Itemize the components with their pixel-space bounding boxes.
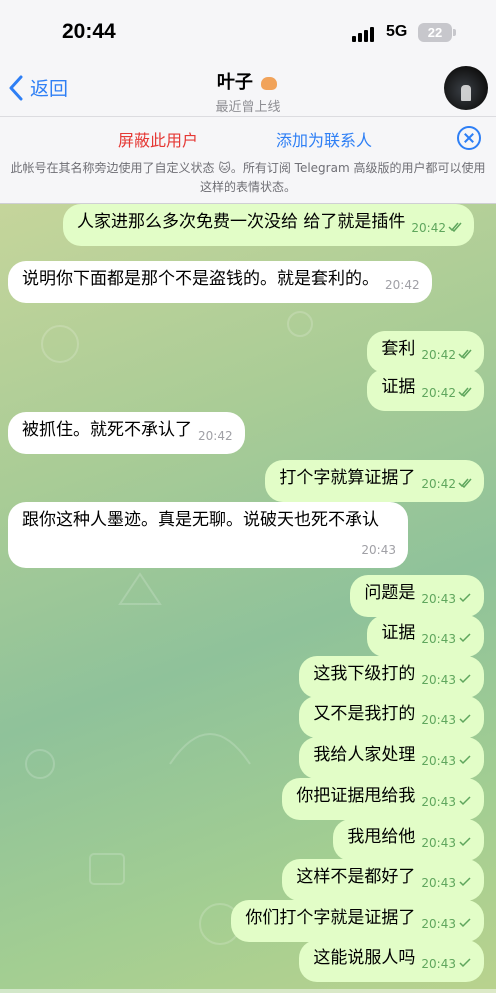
double-check-icon [458, 387, 472, 397]
message-time: 20:43 [421, 836, 456, 850]
check-icon [459, 877, 471, 887]
check-icon [459, 755, 471, 765]
check-icon [459, 674, 471, 684]
outgoing-message[interactable]: 这样不是都好了 20:43 [282, 859, 484, 901]
outgoing-message[interactable]: 你们打个字就是证据了 20:43 [231, 900, 484, 942]
avatar[interactable] [444, 66, 488, 110]
message-text: 证据 [381, 623, 416, 643]
message-text: 这我下级打的 [313, 664, 416, 684]
chat-header: 返回 叶子 最近曾上线 [0, 62, 496, 116]
chat-title-area[interactable]: 叶子 最近曾上线 [0, 68, 496, 115]
message-time: 20:42 [421, 386, 456, 400]
message-text: 我给人家处理 [313, 745, 416, 765]
message-text: 这样不是都好了 [296, 867, 416, 887]
message-text: 我甩给他 [347, 827, 416, 847]
message-time: 20:43 [421, 632, 456, 646]
outgoing-message[interactable]: 问题是 20:43 [350, 575, 484, 617]
message-text: 你把证据甩给我 [296, 786, 416, 806]
check-icon [459, 837, 471, 847]
message-time: 20:43 [421, 957, 456, 971]
message-text: 人家进那么多次免费一次没给 给了就是插件 [77, 212, 406, 232]
last-seen-status: 最近曾上线 [215, 100, 281, 115]
status-bar: 20:44 5G 22 [0, 0, 496, 62]
close-icon[interactable] [457, 126, 481, 150]
contact-action-bar: 屏蔽此用户 添加为联系人 此帐号在其名称旁边使用了自定义状态 🐱。所有订阅 Te… [0, 116, 496, 204]
outgoing-message[interactable]: 套利 20:42 [367, 331, 484, 373]
incoming-message[interactable]: 跟你这种人墨迹。真是无聊。说破天也死不承认 20:43 [8, 502, 408, 568]
message-text: 这能说服人吗 [313, 948, 416, 968]
message-text: 你们打个字就是证据了 [245, 908, 416, 928]
message-time: 20:43 [361, 543, 396, 557]
message-text: 问题是 [364, 583, 416, 603]
check-icon [459, 796, 471, 806]
outgoing-message[interactable]: 这能说服人吗 20:43 [299, 940, 484, 982]
outgoing-message[interactable]: 你把证据甩给我 20:43 [282, 778, 484, 820]
message-text: 被抓住。就死不承认了 [22, 420, 192, 440]
outgoing-message[interactable]: 证据 20:42 [367, 369, 484, 411]
outgoing-message[interactable]: 又不是我打的 20:43 [299, 696, 484, 738]
add-contact-button[interactable]: 添加为联系人 [276, 127, 372, 151]
message-time: 20:42 [421, 477, 456, 491]
battery-icon: 22 [418, 23, 456, 42]
message-time: 20:43 [421, 754, 456, 768]
message-text: 又不是我打的 [313, 704, 416, 724]
message-time: 20:43 [421, 673, 456, 687]
message-time: 20:43 [421, 713, 456, 727]
status-emoji-icon [261, 77, 278, 90]
chat-title: 叶子 [0, 68, 496, 94]
premium-status-notice: 此帐号在其名称旁边使用了自定义状态 🐱。所有订阅 Telegram 高级版的用户… [10, 161, 486, 194]
message-list[interactable]: 今天 人家进那么多次免费一次没给 给了就是插件20:42说明你下面都是那个不是盗… [0, 204, 496, 993]
message-time: 20:43 [421, 592, 456, 606]
double-check-icon [458, 349, 472, 359]
message-time: 20:42 [198, 429, 233, 443]
message-text: 证据 [381, 377, 416, 397]
double-check-icon [448, 222, 462, 232]
message-time: 20:43 [421, 876, 456, 890]
message-time: 20:43 [421, 795, 456, 809]
check-icon [459, 593, 471, 603]
outgoing-message[interactable]: 人家进那么多次免费一次没给 给了就是插件 20:42 [63, 204, 474, 246]
message-time: 20:42 [411, 221, 446, 235]
check-icon [459, 714, 471, 724]
outgoing-message[interactable]: 打个字就算证据了 20:42 [265, 460, 484, 502]
check-icon [459, 633, 471, 643]
message-text: 跟你这种人墨迹。真是无聊。说破天也死不承认 [22, 510, 379, 530]
outgoing-message[interactable]: 证据 20:43 [367, 615, 484, 657]
incoming-message[interactable]: 被抓住。就死不承认了 20:42 [8, 412, 245, 454]
message-time: 20:43 [421, 917, 456, 931]
message-text: 打个字就算证据了 [279, 468, 416, 488]
outgoing-message[interactable]: 这我下级打的 20:43 [299, 656, 484, 698]
double-check-icon [458, 478, 472, 488]
check-icon [459, 958, 471, 968]
message-time: 20:42 [385, 278, 420, 292]
outgoing-message[interactable]: 我甩给他 20:43 [333, 819, 484, 861]
signal-icon [352, 26, 378, 42]
status-time: 20:44 [62, 20, 116, 43]
message-text: 说明你下面都是那个不是盗钱的。就是套利的。 [22, 269, 379, 289]
incoming-message[interactable]: 说明你下面都是那个不是盗钱的。就是套利的。 20:42 [8, 261, 432, 303]
home-indicator [0, 989, 496, 993]
outgoing-message[interactable]: 我给人家处理 20:43 [299, 737, 484, 779]
message-time: 20:42 [421, 348, 456, 362]
check-icon [459, 918, 471, 928]
network-type: 5G [386, 23, 408, 40]
block-user-button[interactable]: 屏蔽此用户 [118, 127, 198, 151]
message-text: 套利 [381, 339, 416, 359]
